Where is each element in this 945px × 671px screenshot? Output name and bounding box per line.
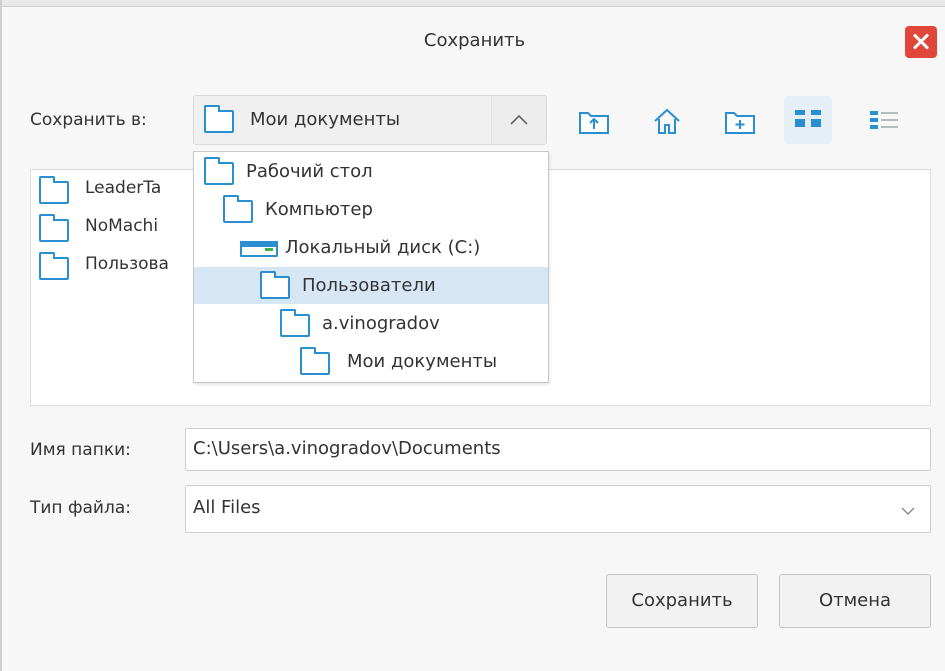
file-type-select[interactable]: All Files: [185, 485, 931, 533]
folder-icon: [300, 347, 330, 375]
icon-view-icon: [795, 110, 821, 127]
folder-icon: [39, 214, 69, 242]
window-top-edge: [2, 0, 945, 7]
chevron-up-icon: [510, 114, 528, 125]
dialog-title: Сохранить: [423, 30, 526, 51]
dropdown-item-desktop[interactable]: Рабочий стол: [194, 153, 548, 190]
file-name: LeaderTa: [85, 178, 162, 198]
dropdown-item-my-documents[interactable]: Мои документы: [194, 343, 548, 380]
look-in-combo[interactable]: Мои документы: [193, 95, 547, 145]
file-name: Пользова: [85, 254, 169, 274]
folder-icon: [204, 157, 234, 185]
dropdown-item-user-folder[interactable]: a.vinogradov: [194, 305, 548, 342]
dropdown-item-label: a.vinogradov: [322, 313, 440, 334]
folder-icon: [39, 176, 69, 204]
dropdown-item-label: Локальный диск (C:): [285, 237, 481, 258]
folder-icon: [280, 309, 310, 337]
combo-arrow-button[interactable]: [491, 96, 546, 144]
folder-name-value: C:\Users\a.vinogradov\Documents: [193, 438, 501, 459]
dropdown-item-label: Рабочий стол: [246, 161, 373, 182]
home-icon: [654, 108, 680, 134]
chevron-down-icon: [901, 507, 915, 515]
folder-name-label: Имя папки:: [30, 440, 131, 460]
new-folder-icon: [725, 112, 755, 134]
new-folder-button[interactable]: [720, 100, 760, 140]
look-in-dropdown: Рабочий стол Компьютер Локальный диск (C…: [193, 151, 549, 383]
save-dialog: Сохранить Сохранить в: Мои документы Lea…: [0, 0, 945, 671]
folder-icon: [39, 252, 69, 280]
folder-icon: [204, 105, 234, 133]
list-view-button[interactable]: [864, 100, 904, 140]
dropdown-item-label: Компьютер: [265, 199, 373, 220]
dropdown-item-users[interactable]: Пользователи: [194, 267, 548, 304]
file-name: NoMachi: [85, 216, 159, 236]
dropdown-item-label: Мои документы: [347, 351, 498, 372]
close-icon[interactable]: [905, 26, 937, 58]
list-view-icon: [870, 111, 898, 129]
file-type-label: Тип файла:: [30, 498, 131, 518]
drive-icon: [240, 241, 278, 257]
folder-up-button[interactable]: [574, 100, 614, 140]
dropdown-item-computer[interactable]: Компьютер: [194, 191, 548, 228]
file-type-value: All Files: [193, 497, 261, 518]
dropdown-item-label: Пользователи: [302, 275, 436, 296]
folder-name-input[interactable]: C:\Users\a.vinogradov\Documents: [185, 428, 931, 471]
dropdown-item-local-disk[interactable]: Локальный диск (C:): [194, 229, 548, 266]
cancel-button[interactable]: Отмена: [779, 574, 931, 628]
look-in-label: Сохранить в:: [30, 110, 147, 130]
home-button[interactable]: [647, 100, 687, 140]
folder-icon: [260, 271, 290, 299]
icon-view-button[interactable]: [784, 96, 832, 144]
look-in-value: Мои документы: [250, 109, 401, 130]
save-button[interactable]: Сохранить: [606, 574, 758, 628]
folder-up-icon: [579, 112, 609, 134]
folder-icon: [223, 195, 253, 223]
